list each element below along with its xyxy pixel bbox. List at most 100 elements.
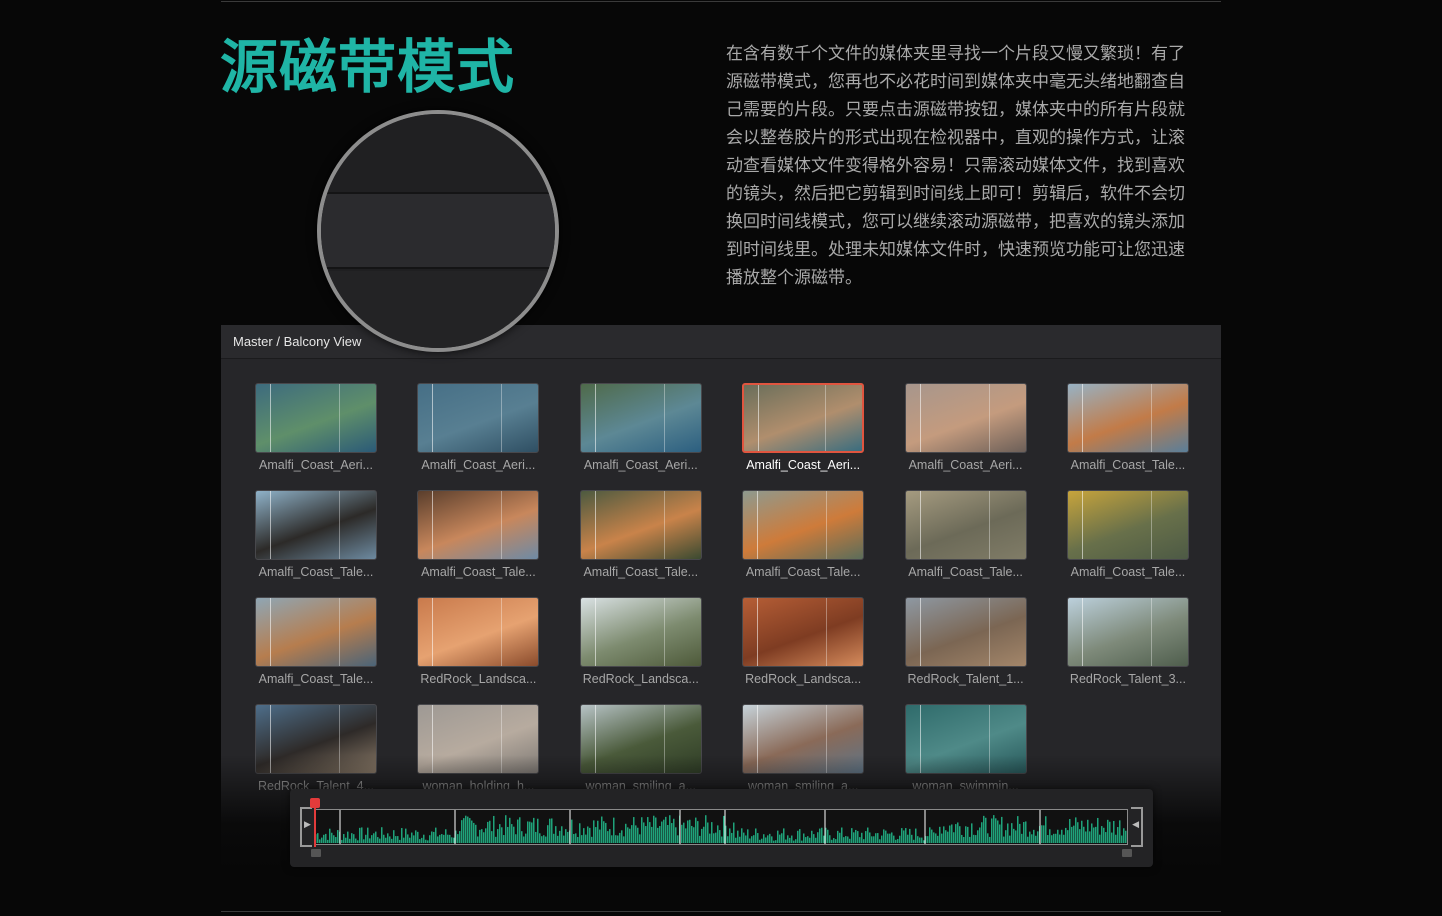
clip-thumbnail[interactable]	[742, 597, 865, 667]
clip-thumbnail[interactable]	[742, 704, 865, 774]
waveform-bar	[599, 829, 601, 843]
waveform-bar	[869, 832, 871, 843]
waveform-bar	[405, 828, 407, 843]
waveform-bar	[575, 833, 577, 843]
clip-thumbnail[interactable]	[579, 597, 702, 667]
clip-item[interactable]: woman_smiling_a...	[742, 704, 865, 793]
right-arrow-icon[interactable]: ◀	[1132, 820, 1139, 830]
clip-item[interactable]: Amalfi_Coast_Aeri...	[742, 383, 865, 472]
waveform-bar	[829, 835, 831, 843]
waveform-bar	[561, 826, 563, 843]
clip-thumbnail[interactable]	[417, 704, 540, 774]
clip-thumbnail[interactable]	[579, 490, 702, 560]
clip-item[interactable]: Amalfi_Coast_Tale...	[579, 490, 702, 579]
clip-item[interactable]: woman_smiling_a...	[579, 704, 702, 793]
waveform-bar	[719, 830, 721, 843]
waveform-bar	[1003, 836, 1005, 843]
clip-item[interactable]: Amalfi_Coast_Tale...	[255, 597, 377, 686]
waveform-bar	[671, 823, 673, 843]
clip-item[interactable]: Amalfi_Coast_Tale...	[417, 490, 540, 579]
clip-thumbnail[interactable]	[255, 383, 377, 453]
waveform-bar	[703, 826, 705, 843]
waveform-bar	[759, 839, 761, 843]
left-arrow-icon[interactable]: ▶	[304, 820, 311, 830]
clip-label: Amalfi_Coast_Aeri...	[908, 458, 1023, 472]
waveform-bar	[833, 838, 835, 843]
waveform-bar	[473, 822, 475, 843]
waveform-bar	[991, 818, 993, 843]
clip-item[interactable]: woman_swimmin...	[904, 704, 1027, 793]
source-tape-scrubber[interactable]: ▶ ◀	[290, 789, 1153, 867]
right-trim-handle[interactable]	[1122, 849, 1132, 857]
clip-item[interactable]: woman_holding_h...	[417, 704, 540, 793]
waveform-bar	[633, 817, 635, 843]
audio-waveform-strip[interactable]	[314, 809, 1128, 845]
clip-thumbnail[interactable]	[255, 704, 377, 774]
clip-item[interactable]: Amalfi_Coast_Aeri...	[417, 383, 540, 472]
clip-item[interactable]: Amalfi_Coast_Tale...	[255, 490, 377, 579]
waveform-bar	[955, 824, 957, 843]
clip-item[interactable]: RedRock_Talent_3...	[1066, 597, 1189, 686]
waveform-bar	[1051, 835, 1053, 843]
clip-item[interactable]: RedRock_Talent_4...	[255, 704, 377, 793]
clip-thumbnail[interactable]	[742, 383, 865, 453]
waveform-bar	[613, 817, 615, 843]
clip-item[interactable]: Amalfi_Coast_Tale...	[1066, 490, 1189, 579]
clip-item[interactable]: Amalfi_Coast_Aeri...	[579, 383, 702, 472]
waveform-bar	[889, 833, 891, 843]
clip-item[interactable]: Amalfi_Coast_Aeri...	[904, 383, 1027, 472]
clip-thumbnail[interactable]	[904, 490, 1027, 560]
waveform-bar	[685, 828, 687, 843]
waveform-bar	[699, 835, 701, 843]
clip-item[interactable]: RedRock_Talent_1...	[904, 597, 1027, 686]
waveform-bar	[807, 836, 809, 843]
waveform-bar	[863, 839, 865, 843]
waveform-bar	[903, 830, 905, 843]
left-trim-handle[interactable]	[311, 849, 321, 857]
waveform-bar	[885, 830, 887, 843]
waveform-bar	[403, 837, 405, 843]
waveform-bar	[901, 828, 903, 843]
clip-item[interactable]: RedRock_Landsca...	[742, 597, 865, 686]
clip-thumbnail[interactable]	[255, 490, 377, 560]
clip-thumbnail[interactable]	[579, 704, 702, 774]
waveform-bar	[985, 817, 987, 843]
waveform-bar	[537, 818, 539, 843]
clip-thumbnail[interactable]	[417, 597, 540, 667]
clip-item[interactable]: RedRock_Landsca...	[579, 597, 702, 686]
waveform-bar	[911, 834, 913, 843]
clip-thumbnail[interactable]	[742, 490, 865, 560]
waveform-bar	[849, 838, 851, 843]
waveform-bar	[383, 834, 385, 843]
waveform-bar	[355, 838, 357, 843]
clip-item[interactable]: RedRock_Landsca...	[417, 597, 540, 686]
waveform-bar	[1059, 834, 1061, 843]
waveform-bar	[635, 825, 637, 843]
clip-thumbnail[interactable]	[579, 383, 702, 453]
clip-item[interactable]: Amalfi_Coast_Tale...	[1066, 383, 1189, 472]
clip-thumbnail[interactable]	[904, 704, 1027, 774]
clip-thumbnail[interactable]	[1066, 490, 1189, 560]
clip-thumbnail[interactable]	[1066, 383, 1189, 453]
clip-label: RedRock_Landsca...	[420, 672, 537, 686]
clip-thumbnail[interactable]	[904, 383, 1027, 453]
waveform-bar	[879, 839, 881, 843]
waveform-bar	[1045, 816, 1047, 843]
clip-thumbnail[interactable]	[904, 597, 1027, 667]
clip-label: Amalfi_Coast_Tale...	[1070, 458, 1186, 472]
waveform-bar	[711, 822, 713, 843]
clip-thumbnail[interactable]	[417, 383, 540, 453]
clip-thumbnail[interactable]	[417, 490, 540, 560]
clip-item[interactable]: Amalfi_Coast_Aeri...	[255, 383, 377, 472]
clip-thumbnail[interactable]	[1066, 597, 1189, 667]
waveform-bar	[415, 830, 417, 843]
waveform-bar	[977, 830, 979, 843]
clip-item[interactable]: Amalfi_Coast_Tale...	[742, 490, 865, 579]
waveform-bar	[413, 835, 415, 843]
clip-item[interactable]: Amalfi_Coast_Tale...	[904, 490, 1027, 579]
waveform-bar	[531, 822, 533, 843]
waveform-bar	[417, 831, 419, 843]
clip-label: Amalfi_Coast_Aeri...	[746, 458, 861, 472]
clip-thumbnail[interactable]	[255, 597, 377, 667]
waveform-bar	[571, 819, 573, 843]
